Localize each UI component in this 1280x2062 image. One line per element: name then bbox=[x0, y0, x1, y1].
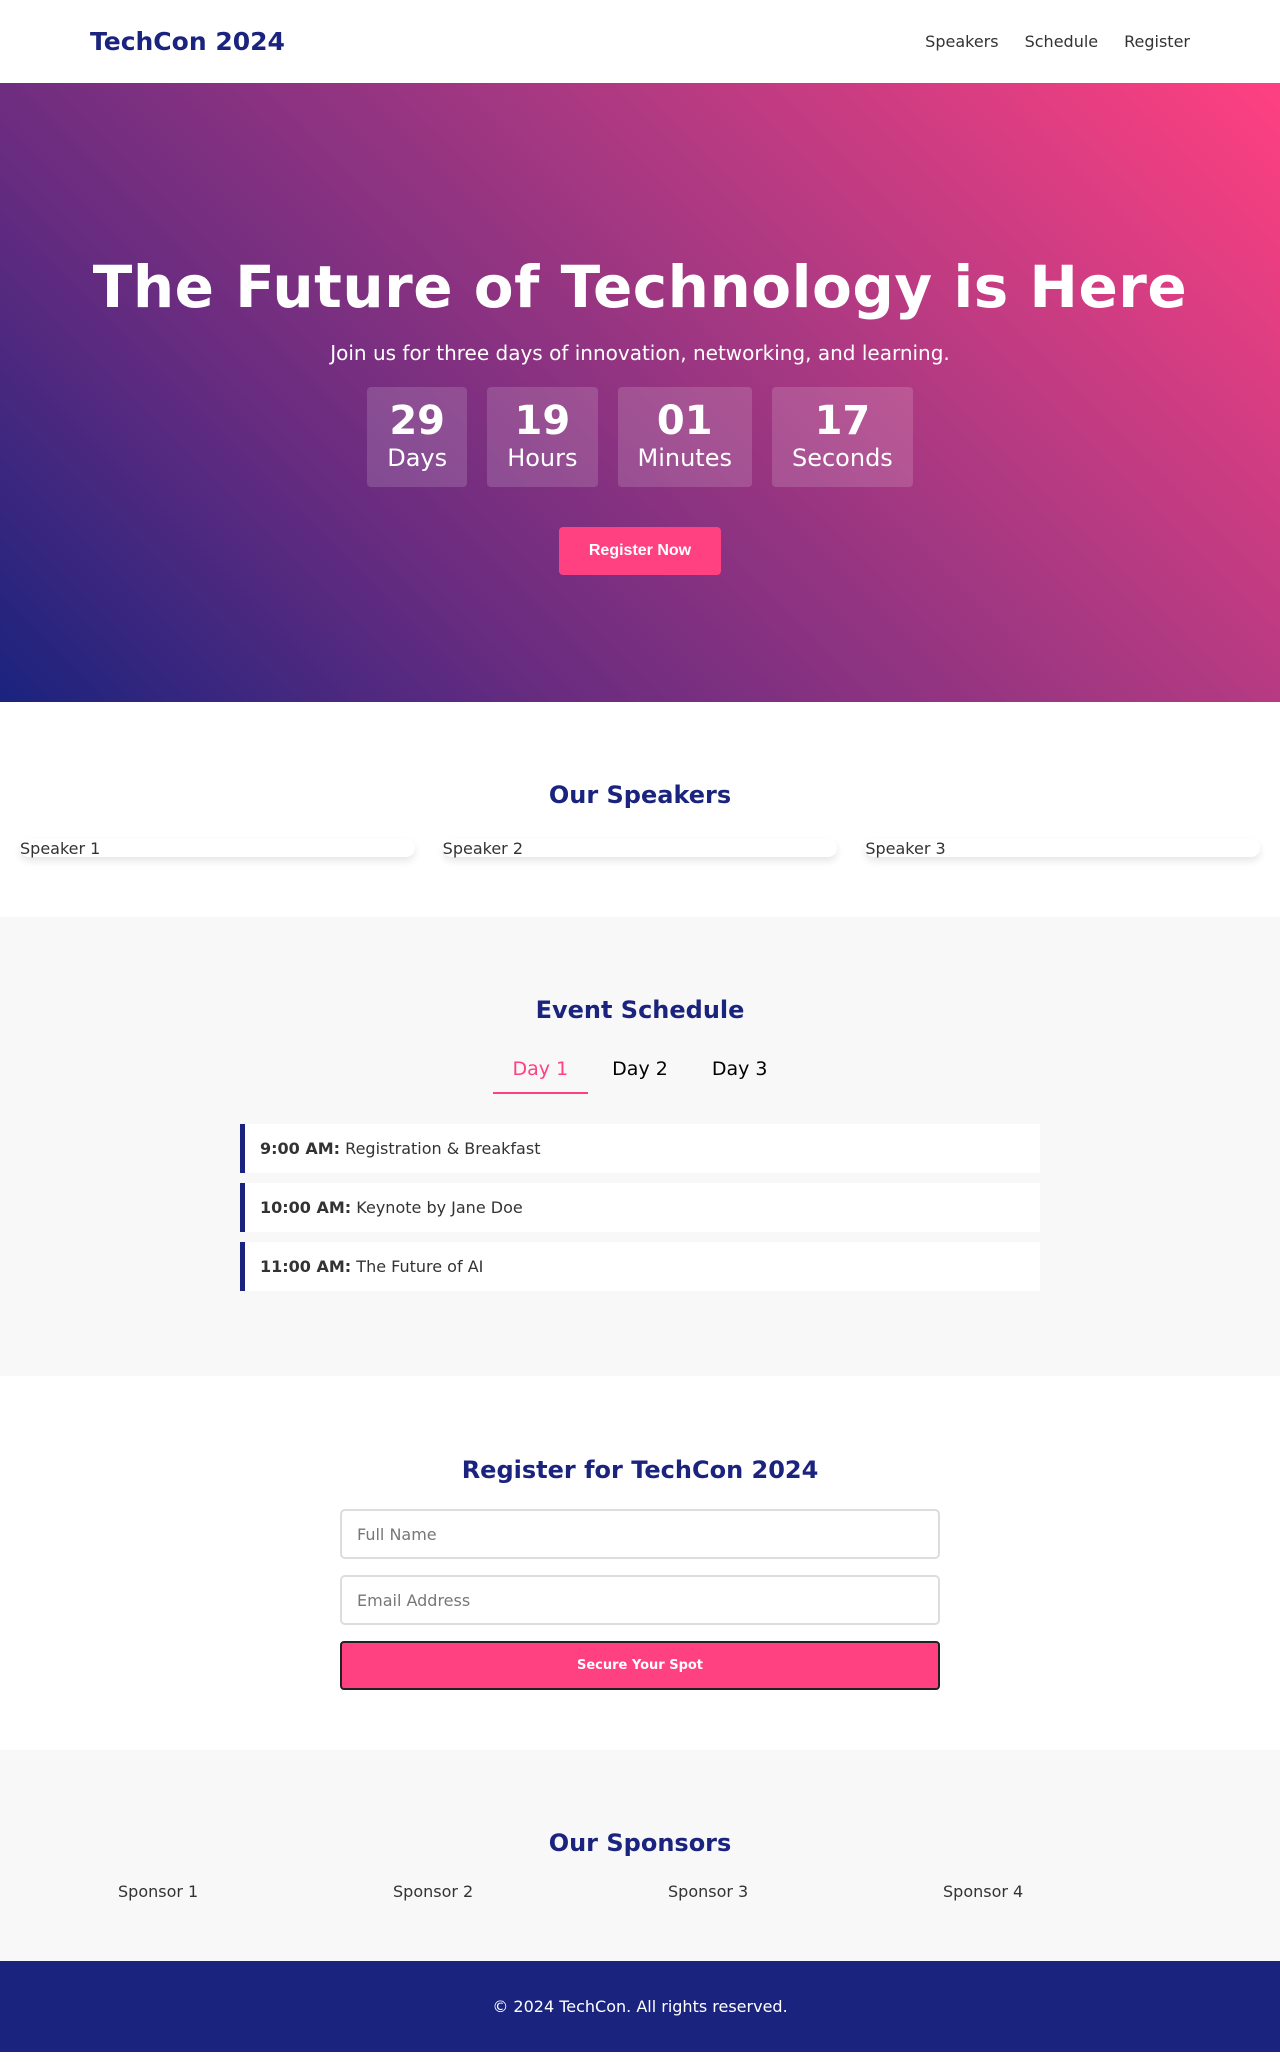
countdown-days-value: 29 bbox=[389, 398, 446, 444]
schedule-event: Registration & Breakfast bbox=[345, 1139, 541, 1158]
site-header: TechCon 2024 Speakers Schedule Register bbox=[0, 0, 1280, 83]
speaker-image: Speaker 2 bbox=[442, 839, 524, 858]
register-now-button[interactable]: Register Now bbox=[558, 527, 722, 575]
countdown-minutes-label: Minutes bbox=[637, 444, 732, 472]
countdown-minutes: 01 Minutes bbox=[617, 387, 752, 487]
countdown-seconds-value: 17 bbox=[814, 398, 871, 444]
secure-spot-button[interactable]: Secure Your Spot bbox=[340, 1641, 940, 1690]
schedule-list: 9:00 AM: Registration & Breakfast 10:00 … bbox=[240, 1124, 1040, 1291]
countdown-timer: 29 Days 19 Hours 01 Minutes 17 Seconds bbox=[0, 387, 1280, 487]
countdown-minutes-value: 01 bbox=[656, 398, 713, 444]
sponsors-section: Our Sponsors Sponsor 1 Sponsor 2 Sponsor… bbox=[0, 1750, 1280, 1961]
hero-title: The Future of Technology is Here bbox=[92, 253, 1188, 321]
sponsor-logo: Sponsor 3 bbox=[668, 1882, 749, 1901]
countdown-seconds: 17 Seconds bbox=[771, 387, 913, 487]
footer-copyright: © 2024 TechCon. All rights reserved. bbox=[492, 1997, 788, 2016]
tab-day-2[interactable]: Day 2 bbox=[592, 1050, 688, 1094]
schedule-item: 11:00 AM: The Future of AI bbox=[240, 1242, 1040, 1291]
speaker-card[interactable]: Speaker 3 bbox=[865, 839, 1260, 858]
register-section: Register for TechCon 2024 Secure Your Sp… bbox=[0, 1376, 1280, 1750]
site-footer: © 2024 TechCon. All rights reserved. bbox=[0, 1961, 1280, 2052]
schedule-time: 10:00 AM: bbox=[260, 1198, 352, 1217]
schedule-section: Event Schedule Day 1 Day 2 Day 3 9:00 AM… bbox=[0, 917, 1280, 1376]
register-title: Register for TechCon 2024 bbox=[461, 1456, 819, 1484]
sponsor-logo: Sponsor 1 bbox=[118, 1882, 199, 1901]
nav-link-schedule[interactable]: Schedule bbox=[1025, 32, 1099, 51]
schedule-item: 10:00 AM: Keynote by Jane Doe bbox=[240, 1183, 1040, 1232]
schedule-time: 9:00 AM: bbox=[260, 1139, 341, 1158]
speaker-image: Speaker 3 bbox=[865, 839, 946, 858]
tab-day-3[interactable]: Day 3 bbox=[692, 1050, 788, 1094]
tab-day-1[interactable]: Day 1 bbox=[492, 1050, 589, 1094]
nav-link-register[interactable]: Register bbox=[1124, 32, 1190, 51]
sponsor-logo: Sponsor 4 bbox=[943, 1882, 1024, 1901]
schedule-event: The Future of AI bbox=[356, 1257, 484, 1276]
speakers-section: Our Speakers Speaker 1 Speaker 2 Speaker… bbox=[0, 702, 1280, 917]
speaker-card[interactable]: Speaker 2 bbox=[442, 839, 838, 858]
nav-link-speakers[interactable]: Speakers bbox=[925, 32, 998, 51]
register-form: Secure Your Spot bbox=[340, 1509, 940, 1690]
schedule-item: 9:00 AM: Registration & Breakfast bbox=[240, 1124, 1040, 1173]
schedule-time: 11:00 AM: bbox=[260, 1257, 352, 1276]
speaker-grid: Speaker 1 Speaker 2 Speaker 3 bbox=[0, 839, 1280, 858]
site-logo[interactable]: TechCon 2024 bbox=[90, 27, 285, 56]
sponsor-grid: Sponsor 1 Sponsor 2 Sponsor 3 Sponsor 4 bbox=[0, 1882, 1280, 1901]
hero-subtitle: Join us for three days of innovation, ne… bbox=[330, 341, 950, 365]
speakers-title: Our Speakers bbox=[548, 781, 732, 809]
countdown-seconds-label: Seconds bbox=[791, 444, 893, 472]
schedule-event: Keynote by Jane Doe bbox=[356, 1198, 523, 1217]
schedule-title: Event Schedule bbox=[535, 996, 745, 1024]
countdown-days: 29 Days bbox=[367, 387, 468, 487]
schedule-tabs: Day 1 Day 2 Day 3 bbox=[0, 1050, 1280, 1094]
sponsor-logo: Sponsor 2 bbox=[393, 1882, 474, 1901]
countdown-hours-value: 19 bbox=[514, 398, 571, 444]
sponsors-title: Our Sponsors bbox=[548, 1829, 732, 1857]
full-name-field[interactable] bbox=[340, 1509, 940, 1559]
speaker-card[interactable]: Speaker 1 bbox=[20, 839, 415, 858]
email-field[interactable] bbox=[340, 1575, 940, 1625]
hero-section: The Future of Technology is Here Join us… bbox=[0, 83, 1280, 702]
countdown-hours-label: Hours bbox=[507, 444, 578, 472]
speaker-image: Speaker 1 bbox=[20, 839, 101, 858]
main-nav: Speakers Schedule Register bbox=[925, 32, 1190, 51]
countdown-days-label: Days bbox=[387, 444, 448, 472]
countdown-hours: 19 Hours bbox=[487, 387, 598, 487]
